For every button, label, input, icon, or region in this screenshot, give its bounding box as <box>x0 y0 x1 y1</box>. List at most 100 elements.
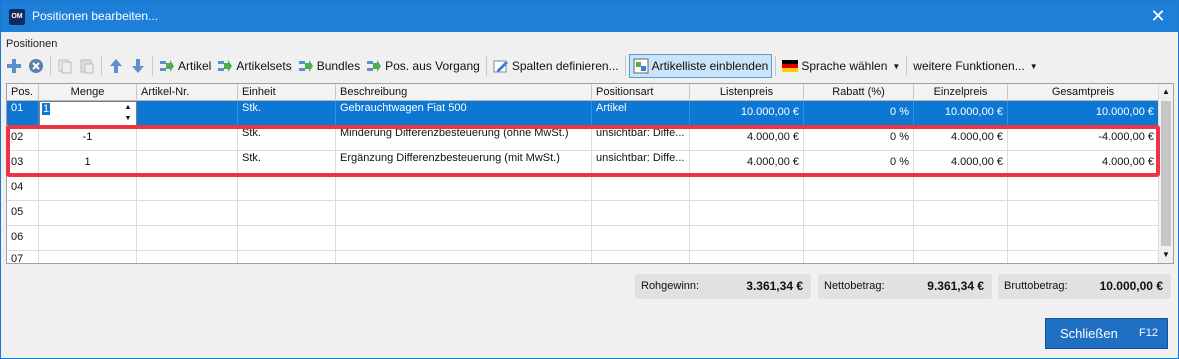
cell-einzelpreis[interactable] <box>914 251 1008 263</box>
cell-rabatt[interactable]: 0 % <box>804 151 914 175</box>
move-up-icon[interactable] <box>105 54 127 78</box>
cell-gesamtpreis[interactable]: 10.000,00 € <box>1008 101 1159 125</box>
table-row[interactable]: 06 <box>7 226 1159 251</box>
cell-einheit[interactable]: Stk. <box>238 101 336 125</box>
cell-einzelpreis[interactable]: 10.000,00 € <box>914 101 1008 125</box>
cell-beschreibung[interactable] <box>336 201 592 225</box>
col-header-rabatt[interactable]: Rabatt (%) <box>804 84 914 100</box>
cell-gesamtpreis[interactable] <box>1008 251 1159 263</box>
close-button[interactable]: Schließen F12 <box>1045 318 1168 349</box>
col-header-gesamtpreis[interactable]: Gesamtpreis <box>1008 84 1159 100</box>
paste-icon[interactable] <box>76 54 98 78</box>
col-header-listenpreis[interactable]: Listenpreis <box>690 84 804 100</box>
cell-listenpreis[interactable]: 10.000,00 € <box>690 101 804 125</box>
cell-pos[interactable]: 07 <box>7 251 39 263</box>
table-row[interactable]: 05 <box>7 201 1159 226</box>
cell-pos[interactable]: 02 <box>7 126 39 150</box>
cell-menge[interactable] <box>39 251 137 263</box>
cell-einzelpreis[interactable] <box>914 201 1008 225</box>
cell-einheit[interactable] <box>238 251 336 263</box>
cell-beschreibung[interactable] <box>336 176 592 200</box>
spalten-definieren-button[interactable]: Spalten definieren... <box>490 54 622 78</box>
cell-positionsart[interactable] <box>592 251 690 263</box>
cell-positionsart[interactable] <box>592 176 690 200</box>
cell-rabatt[interactable]: 0 % <box>804 101 914 125</box>
artikelsets-button[interactable]: Artikelsets <box>214 54 294 78</box>
cell-beschreibung[interactable]: Ergänzung Differenzbesteuerung (mit MwSt… <box>336 151 592 175</box>
cell-einzelpreis[interactable] <box>914 226 1008 250</box>
cell-positionsart[interactable]: Artikel <box>592 101 690 125</box>
cell-einheit[interactable] <box>238 176 336 200</box>
table-row[interactable]: 02 -1 Stk. Minderung Differenzbesteuerun… <box>7 126 1159 151</box>
cell-rabatt[interactable] <box>804 226 914 250</box>
cell-rabatt[interactable]: 0 % <box>804 126 914 150</box>
cell-menge[interactable] <box>39 201 137 225</box>
cell-positionsart[interactable] <box>592 226 690 250</box>
cell-artikel-nr[interactable] <box>137 201 238 225</box>
cell-listenpreis[interactable]: 4.000,00 € <box>690 151 804 175</box>
cell-listenpreis[interactable] <box>690 176 804 200</box>
pos-aus-vorgang-button[interactable]: Pos. aus Vorgang <box>363 54 483 78</box>
col-header-einheit[interactable]: Einheit <box>238 84 336 100</box>
cell-einheit[interactable]: Stk. <box>238 126 336 150</box>
cell-artikel-nr[interactable] <box>137 176 238 200</box>
cell-beschreibung[interactable]: Minderung Differenzbesteuerung (ohne MwS… <box>336 126 592 150</box>
cell-listenpreis[interactable] <box>690 201 804 225</box>
cell-menge[interactable]: 1 <box>39 151 137 175</box>
vertical-scrollbar[interactable]: ▲ ▼ <box>1158 84 1173 263</box>
bundles-button[interactable]: Bundles <box>295 54 363 78</box>
cell-rabatt[interactable] <box>804 201 914 225</box>
cell-gesamtpreis[interactable] <box>1008 201 1159 225</box>
cell-einheit[interactable]: Stk. <box>238 151 336 175</box>
cell-artikel-nr[interactable] <box>137 101 238 125</box>
cell-menge[interactable] <box>39 176 137 200</box>
cell-beschreibung[interactable] <box>336 251 592 263</box>
cell-gesamtpreis[interactable] <box>1008 226 1159 250</box>
col-header-einzelpreis[interactable]: Einzelpreis <box>914 84 1008 100</box>
cell-artikel-nr[interactable] <box>137 151 238 175</box>
cell-menge[interactable] <box>39 226 137 250</box>
scroll-thumb[interactable] <box>1161 101 1171 246</box>
col-header-artikel-nr[interactable]: Artikel-Nr. <box>137 84 238 100</box>
cell-listenpreis[interactable]: 4.000,00 € <box>690 126 804 150</box>
cell-artikel-nr[interactable] <box>137 251 238 263</box>
cell-positionsart[interactable] <box>592 201 690 225</box>
menge-stepper[interactable]: 1 ▲ ▼ <box>39 101 137 126</box>
spin-up-icon[interactable]: ▲ <box>122 103 134 113</box>
cell-rabatt[interactable] <box>804 176 914 200</box>
col-header-positionsart[interactable]: Positionsart <box>592 84 690 100</box>
col-header-beschreibung[interactable]: Beschreibung <box>336 84 592 100</box>
cell-einheit[interactable] <box>238 226 336 250</box>
artikel-button[interactable]: Artikel <box>156 54 214 78</box>
copy-icon[interactable] <box>54 54 76 78</box>
table-row[interactable]: 03 1 Stk. Ergänzung Differenzbesteuerung… <box>7 151 1159 176</box>
cell-listenpreis[interactable] <box>690 251 804 263</box>
col-header-menge[interactable]: Menge <box>39 84 137 100</box>
weitere-funktionen-button[interactable]: weitere Funktionen... ▼ <box>910 54 1040 78</box>
close-window-icon[interactable]: ✕ <box>1148 6 1168 26</box>
scroll-down-icon[interactable]: ▼ <box>1159 247 1173 263</box>
cell-artikel-nr[interactable] <box>137 226 238 250</box>
scroll-up-icon[interactable]: ▲ <box>1159 84 1173 100</box>
menge-input[interactable]: 1 <box>42 103 51 115</box>
cell-einzelpreis[interactable]: 4.000,00 € <box>914 151 1008 175</box>
col-header-pos[interactable]: Pos. <box>7 84 39 100</box>
cell-listenpreis[interactable] <box>690 226 804 250</box>
cell-beschreibung[interactable]: Gebrauchtwagen Fiat 500 <box>336 101 592 125</box>
cell-gesamtpreis[interactable] <box>1008 176 1159 200</box>
cell-positionsart[interactable]: unsichtbar: Diffe... <box>592 126 690 150</box>
table-row[interactable]: 07 <box>7 251 1159 263</box>
cell-pos[interactable]: 04 <box>7 176 39 200</box>
cell-menge[interactable]: -1 <box>39 126 137 150</box>
sprache-waehlen-button[interactable]: Sprache wählen ▼ <box>779 54 903 78</box>
add-row-icon[interactable] <box>3 54 25 78</box>
cell-pos[interactable]: 06 <box>7 226 39 250</box>
cell-einzelpreis[interactable]: 4.000,00 € <box>914 126 1008 150</box>
move-down-icon[interactable] <box>127 54 149 78</box>
cell-beschreibung[interactable] <box>336 226 592 250</box>
cell-einzelpreis[interactable] <box>914 176 1008 200</box>
cell-einheit[interactable] <box>238 201 336 225</box>
cell-gesamtpreis[interactable]: -4.000,00 € <box>1008 126 1159 150</box>
table-row[interactable]: 01 1 ▲ ▼ Stk. Gebrauchtwagen Fiat 500 Ar… <box>7 101 1159 126</box>
cell-pos[interactable]: 01 <box>7 101 39 125</box>
